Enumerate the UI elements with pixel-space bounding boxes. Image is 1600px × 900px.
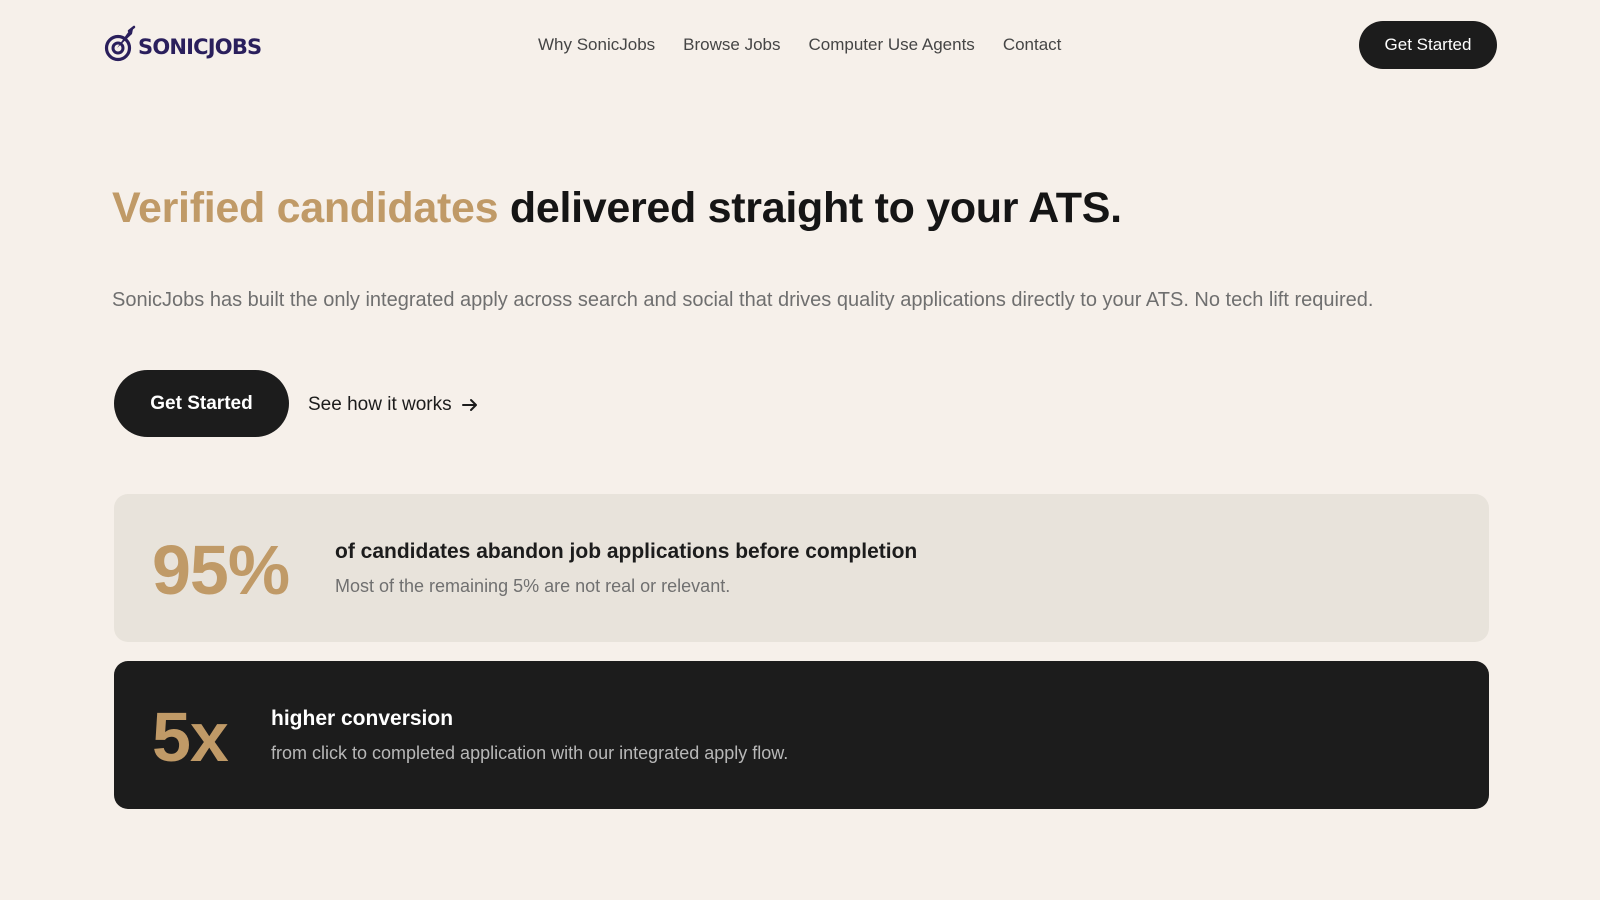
see-how-it-works-label: See how it works [308, 394, 452, 415]
hero-title-rest: delivered straight to your ATS. [509, 184, 1122, 232]
stat-description: Most of the remaining 5% are not real or… [335, 576, 731, 596]
target-check-icon [104, 25, 136, 62]
hero-subtitle: SonicJobs has built the only integrated … [112, 289, 1374, 311]
nav-why-sonicjobs[interactable]: Why SonicJobs [538, 34, 655, 56]
stat-value: 5x [152, 698, 229, 776]
nav-computer-use-agents[interactable]: Computer Use Agents [809, 34, 975, 56]
stat-card-abandonment: 95% of candidates abandon job applicatio… [114, 494, 1489, 642]
stat-title: higher conversion [271, 707, 454, 730]
logo-wordmark: SONICJOBS [138, 35, 262, 59]
hero-title-accent: Verified candidates [112, 184, 499, 232]
nav-contact[interactable]: Contact [1003, 34, 1062, 56]
arrow-right-icon [461, 399, 477, 411]
main-nav: Why SonicJobs Browse Jobs Computer Use A… [538, 34, 1061, 56]
page: SONICJOBS Why SonicJobs Browse Jobs Comp… [0, 0, 1600, 900]
stat-value: 95% [152, 531, 290, 609]
nav-browse-jobs[interactable]: Browse Jobs [683, 34, 780, 56]
stat-card-conversion: 5x higher conversion from click to compl… [114, 661, 1489, 809]
hero-get-started-button[interactable]: Get Started [114, 370, 289, 437]
stat-title: of candidates abandon job applications b… [335, 540, 918, 563]
stat-description: from click to completed application with… [271, 743, 789, 763]
hero-title: Verified candidates delivered straight t… [112, 180, 1512, 236]
see-how-it-works-link[interactable]: See how it works [308, 392, 478, 418]
header-get-started-button[interactable]: Get Started [1359, 21, 1497, 69]
logo[interactable]: SONICJOBS [104, 24, 262, 64]
site-header: SONICJOBS Why SonicJobs Browse Jobs Comp… [0, 0, 1600, 92]
